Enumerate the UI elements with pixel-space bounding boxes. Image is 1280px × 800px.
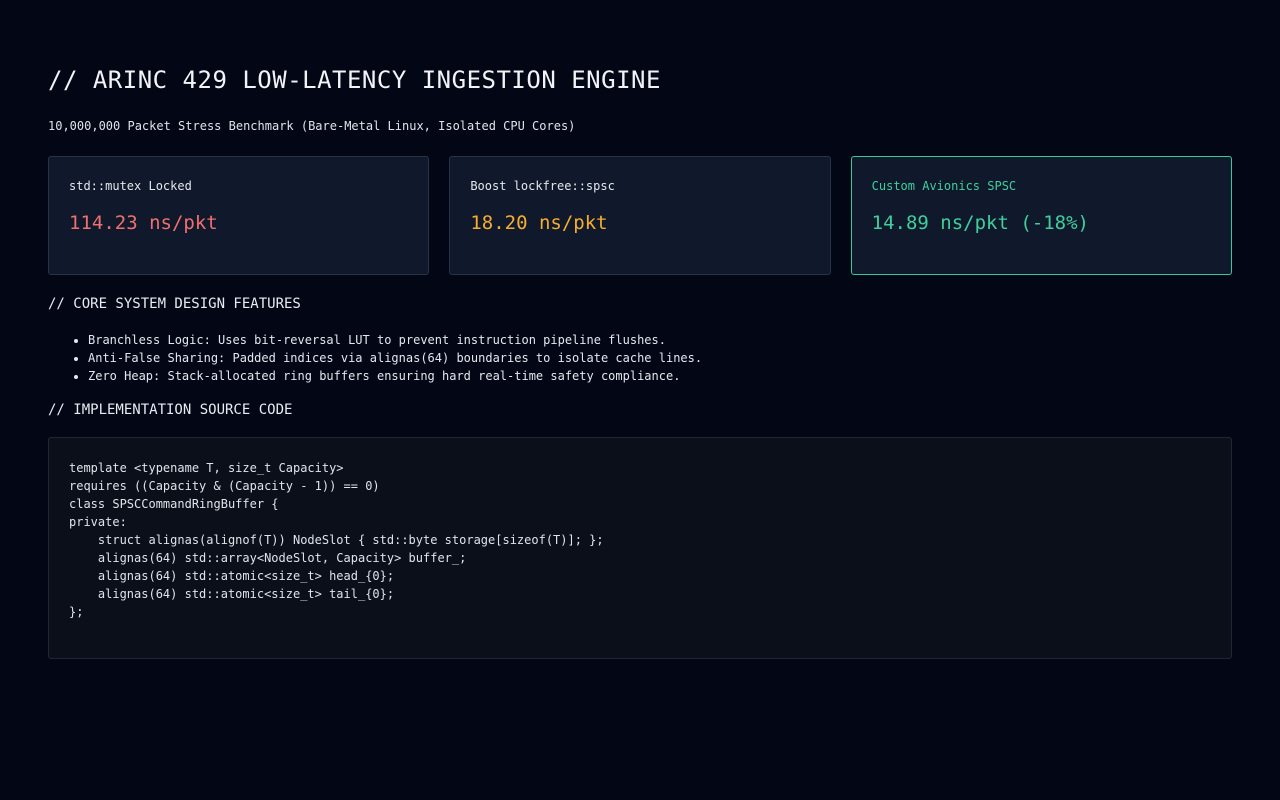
- feature-item: Anti-False Sharing: Padded indices via a…: [88, 349, 702, 367]
- feature-item: Zero Heap: Stack-allocated ring buffers …: [88, 367, 702, 385]
- code-line: struct alignas(alignof(T)) NodeSlot { st…: [69, 533, 604, 547]
- code-line: private:: [69, 515, 127, 529]
- benchmark-card-mutex: std::mutex Locked 114.23 ns/pkt: [48, 156, 430, 275]
- features-list: Branchless Logic: Uses bit-reversal LUT …: [48, 331, 702, 385]
- code-line: alignas(64) std::atomic<size_t> head_{0}…: [69, 569, 395, 583]
- feature-item: Branchless Logic: Uses bit-reversal LUT …: [88, 331, 702, 349]
- benchmark-cards: std::mutex Locked 114.23 ns/pkt Boost lo…: [48, 156, 1232, 275]
- benchmark-value: 114.23 ns/pkt: [69, 212, 218, 234]
- page-subtitle: 10,000,000 Packet Stress Benchmark (Bare…: [48, 119, 576, 133]
- code-line: };: [69, 605, 84, 619]
- code-line: alignas(64) std::array<NodeSlot, Capacit…: [69, 551, 467, 565]
- benchmark-value: 14.89 ns/pkt (-18%): [871, 212, 1089, 234]
- benchmark-label: Custom Avionics SPSC: [871, 179, 1017, 193]
- code-line: class SPSCCommandRingBuffer {: [69, 497, 279, 511]
- benchmark-card-custom: Custom Avionics SPSC 14.89 ns/pkt (-18%): [850, 156, 1232, 275]
- benchmark-card-boost: Boost lockfree::spsc 18.20 ns/pkt: [449, 156, 831, 275]
- code-line: requires ((Capacity & (Capacity - 1)) ==…: [69, 479, 380, 493]
- benchmark-label: Boost lockfree::spsc: [470, 179, 615, 193]
- benchmark-label: std::mutex Locked: [69, 179, 192, 193]
- benchmark-value: 18.20 ns/pkt: [470, 212, 608, 234]
- code-line: alignas(64) std::atomic<size_t> tail_{0}…: [69, 587, 395, 601]
- page: // ARINC 429 LOW-LATENCY INGESTION ENGIN…: [0, 0, 1280, 800]
- code-line: template <typename T, size_t Capacity>: [69, 461, 344, 475]
- page-title: // ARINC 429 LOW-LATENCY INGESTION ENGIN…: [48, 66, 661, 94]
- source-code-block: template <typename T, size_t Capacity> r…: [48, 437, 1232, 659]
- features-heading: // CORE SYSTEM DESIGN FEATURES: [48, 296, 301, 312]
- source-heading: // IMPLEMENTATION SOURCE CODE: [48, 402, 293, 418]
- source-code: template <typename T, size_t Capacity> r…: [69, 459, 1211, 621]
